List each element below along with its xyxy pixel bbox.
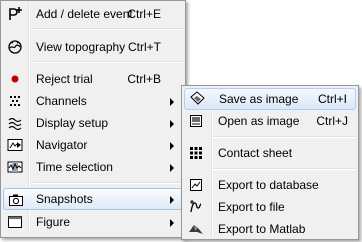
menu-item-navigator[interactable]: Navigator xyxy=(3,134,183,156)
menu-item-label: Save as image xyxy=(219,92,299,106)
add-event-icon xyxy=(7,6,23,22)
context-menu: Add / delete event Ctrl+E View topograph… xyxy=(0,0,186,238)
save-image-icon xyxy=(189,91,205,107)
menu-item-shortcut: Ctrl+J xyxy=(316,114,348,128)
menu-item-snapshots[interactable]: Snapshots xyxy=(3,188,183,210)
menu-item-label: Export to Matlab xyxy=(218,222,306,236)
menu-item-channels[interactable]: Channels xyxy=(3,90,183,112)
submenu-arrow-icon xyxy=(170,98,174,106)
menu-item-label: Time selection xyxy=(36,160,113,174)
time-selection-icon xyxy=(7,159,23,175)
menu-item-shortcut: Ctrl+E xyxy=(127,7,161,21)
menu-item-label: Export to database xyxy=(218,178,319,192)
submenu-arrow-icon xyxy=(170,120,174,128)
menu-separator xyxy=(32,182,183,184)
menu-separator xyxy=(32,28,183,30)
export-file-icon xyxy=(188,199,204,215)
menu-separator xyxy=(32,61,183,63)
menu-separator xyxy=(213,136,356,138)
menu-item-label: Export to file xyxy=(218,200,285,214)
topography-icon xyxy=(7,39,23,55)
open-image-icon xyxy=(188,113,204,129)
menu-item-view-topography[interactable]: View topography Ctrl+T xyxy=(3,36,183,58)
camera-icon xyxy=(8,192,24,208)
menu-item-add-delete-event[interactable]: Add / delete event Ctrl+E xyxy=(3,3,183,25)
menu-item-save-as-image[interactable]: Save as image Ctrl+I xyxy=(184,88,356,110)
menu-item-open-as-image[interactable]: Open as image Ctrl+J xyxy=(184,110,356,132)
menu-item-label: Display setup xyxy=(36,116,109,130)
snapshots-submenu: Save as image Ctrl+I Open as image Ctrl+… xyxy=(181,85,359,240)
channels-icon xyxy=(7,93,23,109)
menu-item-export-to-matlab[interactable]: Export to Matlab xyxy=(184,218,356,240)
submenu-arrow-icon xyxy=(170,219,174,227)
menu-item-reject-trial[interactable]: Reject trial Ctrl+B xyxy=(3,68,183,90)
figure-icon xyxy=(7,214,23,230)
menu-item-shortcut: Ctrl+T xyxy=(128,40,161,54)
export-database-icon xyxy=(188,177,204,193)
menu-item-label: View topography xyxy=(36,40,126,54)
menu-item-label: Open as image xyxy=(218,114,300,128)
menu-item-export-to-database[interactable]: Export to database xyxy=(184,174,356,196)
menu-item-time-selection[interactable]: Time selection xyxy=(3,156,183,178)
menu-separator xyxy=(213,168,356,170)
export-matlab-icon xyxy=(188,221,204,237)
submenu-arrow-icon xyxy=(170,164,174,172)
navigator-icon xyxy=(7,137,23,153)
menu-item-shortcut: Ctrl+B xyxy=(127,72,161,86)
menu-item-contact-sheet[interactable]: Contact sheet xyxy=(184,142,356,164)
menu-item-label: Figure xyxy=(36,215,71,229)
menu-item-label: Channels xyxy=(36,94,87,108)
menu-item-label: Reject trial xyxy=(36,72,93,86)
menu-item-label: Navigator xyxy=(36,138,88,152)
submenu-arrow-icon xyxy=(170,196,174,204)
submenu-arrow-icon xyxy=(170,142,174,150)
menu-item-export-to-file[interactable]: Export to file xyxy=(184,196,356,218)
menu-item-figure[interactable]: Figure xyxy=(3,211,183,233)
menu-item-shortcut: Ctrl+I xyxy=(317,92,347,106)
menu-item-display-setup[interactable]: Display setup xyxy=(3,112,183,134)
contact-sheet-icon xyxy=(188,145,204,161)
menu-item-label: Snapshots xyxy=(36,192,93,206)
menu-item-label: Contact sheet xyxy=(218,146,293,160)
display-setup-icon xyxy=(7,115,23,131)
red-dot-icon xyxy=(7,71,23,87)
menu-item-label: Add / delete event xyxy=(36,7,133,21)
